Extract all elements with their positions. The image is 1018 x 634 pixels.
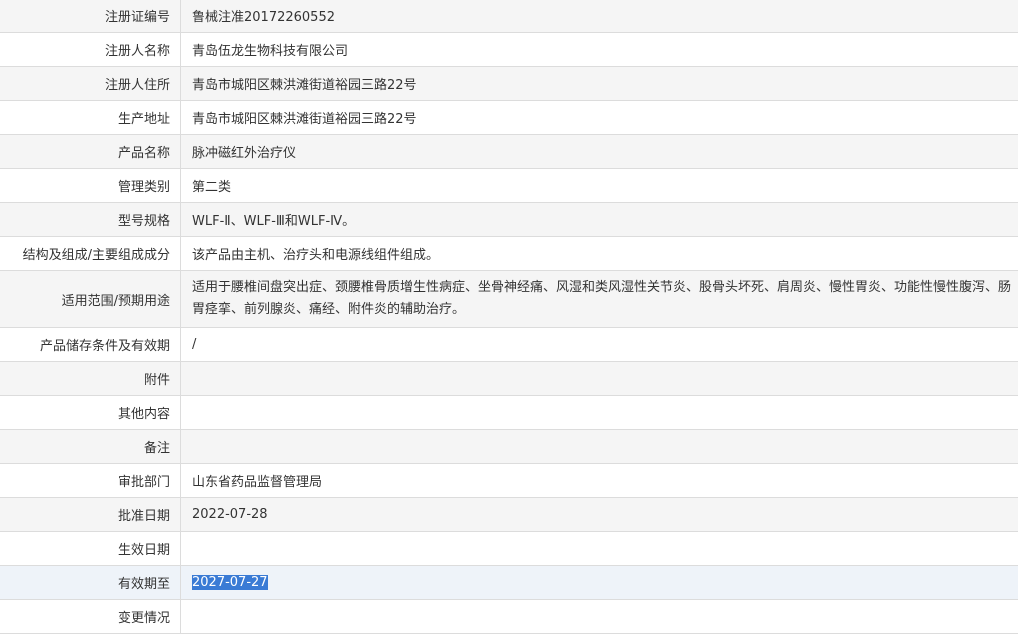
field-value: 鲁械注准20172260552 — [181, 0, 1018, 32]
field-label: 备注 — [0, 430, 181, 463]
field-value: WLF-Ⅱ、WLF-Ⅲ和WLF-Ⅳ。 — [181, 203, 1018, 236]
row-registration-number: 注册证编号 鲁械注准20172260552 — [0, 0, 1018, 33]
field-value — [181, 600, 1018, 633]
field-value: 青岛市城阳区棘洪滩街道裕园三路22号 — [192, 112, 417, 127]
row-approval-department: 审批部门 山东省药品监督管理局 — [0, 464, 1018, 498]
row-registrant-name: 注册人名称 青岛伍龙生物科技有限公司 — [0, 33, 1018, 67]
row-other-content: 其他内容 — [0, 396, 1018, 430]
field-label: 注册证编号 — [0, 0, 181, 32]
field-value: 青岛伍龙生物科技有限公司 — [192, 44, 349, 59]
field-label: 审批部门 — [0, 464, 181, 497]
field-label: 管理类别 — [0, 169, 181, 202]
field-value: 脉冲磁红外治疗仪 — [181, 135, 1018, 168]
field-value: / — [192, 337, 197, 352]
intended-use-text: 适用于腰椎间盘突出症、颈腰椎骨质增生性病症、坐骨神经痛、风湿和类风湿性关节炎、股… — [192, 280, 1012, 317]
field-label: 产品名称 — [0, 135, 181, 168]
row-structure-composition: 结构及组成/主要组成成分 该产品由主机、治疗头和电源线组件组成。 — [0, 237, 1018, 271]
row-valid-until: 有效期至 2027-07-27 — [0, 566, 1018, 600]
field-label: 型号规格 — [0, 203, 181, 236]
field-value: 2027-07-27 — [181, 566, 1018, 599]
field-value — [181, 532, 1018, 565]
field-label: 注册人名称 — [0, 33, 181, 66]
row-change-status: 变更情况 — [0, 600, 1018, 634]
field-value: 第二类 — [192, 180, 232, 195]
field-label: 生效日期 — [0, 532, 181, 565]
field-label: 注册人住所 — [0, 67, 181, 100]
field-value — [181, 396, 1018, 429]
row-management-category: 管理类别 第二类 — [0, 169, 1018, 203]
row-production-address: 生产地址 青岛市城阳区棘洪滩街道裕园三路22号 — [0, 101, 1018, 135]
row-registrant-address: 注册人住所 青岛市城阳区棘洪滩街道裕园三路22号 — [0, 67, 1018, 101]
field-value: 适用于腰椎间盘突出症、颈腰椎骨质增生性病症、坐骨神经痛、风湿和类风湿性关节炎、股… — [181, 271, 1018, 327]
field-label: 批准日期 — [0, 498, 181, 531]
field-value: 青岛市城阳区棘洪滩街道裕园三路22号 — [181, 67, 1018, 100]
field-label: 附件 — [0, 362, 181, 395]
field-value: 该产品由主机、治疗头和电源线组件组成。 — [192, 248, 440, 263]
row-product-name: 产品名称 脉冲磁红外治疗仪 — [0, 135, 1018, 169]
row-model-spec: 型号规格 WLF-Ⅱ、WLF-Ⅲ和WLF-Ⅳ。 — [0, 203, 1018, 237]
field-label: 产品储存条件及有效期 — [0, 328, 181, 361]
field-label: 变更情况 — [0, 600, 181, 633]
registration-detail-table: 注册证编号 鲁械注准20172260552 注册人名称 青岛伍龙生物科技有限公司… — [0, 0, 1018, 634]
field-label: 其他内容 — [0, 396, 181, 429]
row-attachments: 附件 — [0, 362, 1018, 396]
field-value — [181, 430, 1018, 463]
field-value: 2022-07-28 — [181, 498, 1018, 531]
selected-text[interactable]: 2027-07-27 — [192, 575, 268, 590]
field-label: 生产地址 — [0, 101, 181, 134]
field-value: 山东省药品监督管理局 — [192, 475, 323, 490]
row-intended-use: 适用范围/预期用途 适用于腰椎间盘突出症、颈腰椎骨质增生性病症、坐骨神经痛、风湿… — [0, 271, 1018, 328]
field-value — [181, 362, 1018, 395]
field-label: 结构及组成/主要组成成分 — [0, 237, 181, 270]
row-remarks: 备注 — [0, 430, 1018, 464]
row-storage-validity: 产品储存条件及有效期 / — [0, 328, 1018, 362]
field-label: 有效期至 — [0, 566, 181, 599]
row-approval-date: 批准日期 2022-07-28 — [0, 498, 1018, 532]
row-effective-date: 生效日期 — [0, 532, 1018, 566]
field-label: 适用范围/预期用途 — [0, 271, 181, 327]
